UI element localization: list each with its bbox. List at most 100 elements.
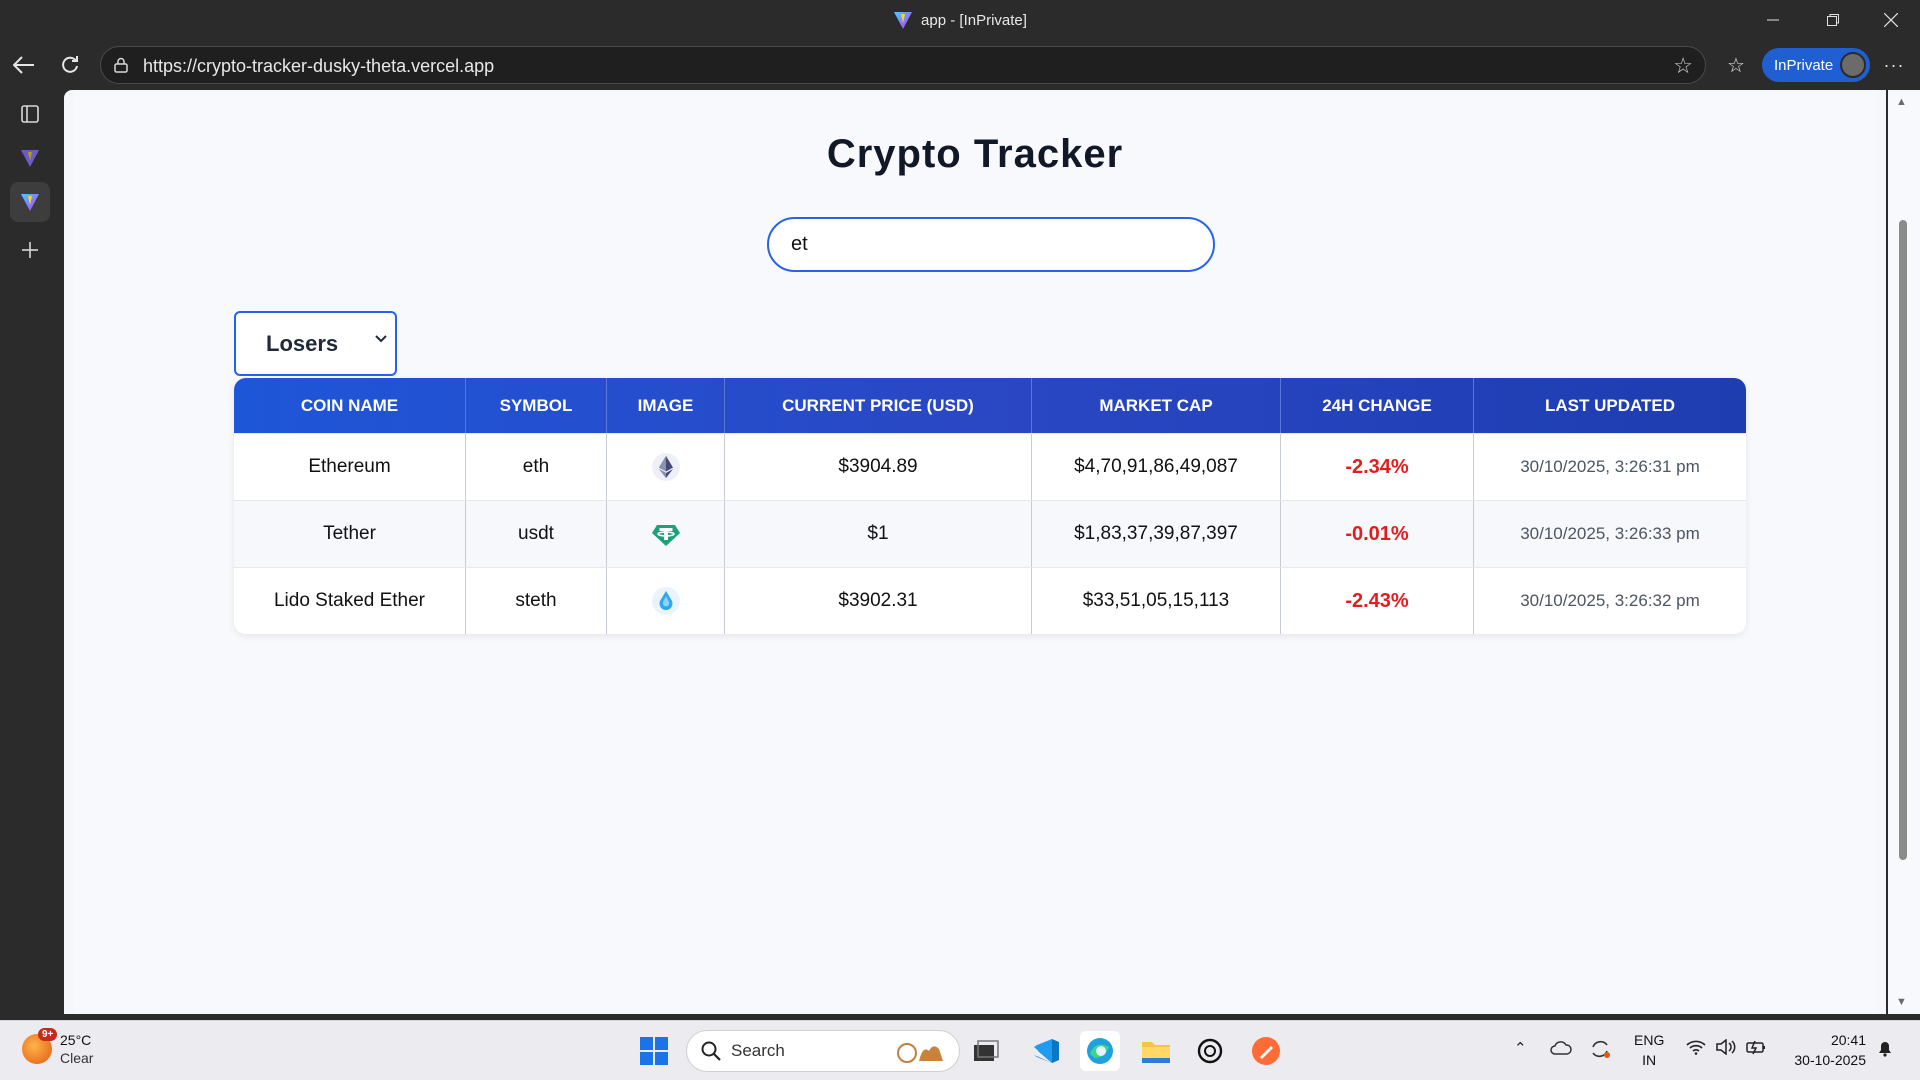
- sync-icon[interactable]: [1590, 1039, 1612, 1059]
- browser-toolbar: https://crypto-tracker-dusky-theta.verce…: [0, 40, 1920, 90]
- coin-last-updated: 30/10/2025, 3:26:33 pm: [1520, 524, 1700, 543]
- coin-market-cap: $1,83,37,39,87,397: [1032, 501, 1281, 567]
- battery-charging-icon[interactable]: [1746, 1039, 1768, 1055]
- close-icon: [1884, 13, 1898, 27]
- tether-icon: [651, 525, 680, 546]
- column-header: MARKET CAP: [1032, 378, 1281, 433]
- task-view-icon: [974, 1040, 999, 1061]
- table-row[interactable]: Lido Staked Ether steth $3902.31 $33,51,…: [234, 567, 1746, 634]
- weather-description: Clear: [60, 1050, 94, 1066]
- back-button[interactable]: [8, 50, 40, 80]
- windows-logo-icon: [640, 1037, 668, 1065]
- show-hidden-icons-chevron-icon[interactable]: ⌃: [1514, 1039, 1527, 1057]
- taskbar-chatgpt[interactable]: [1190, 1031, 1230, 1071]
- volume-icon[interactable]: [1716, 1039, 1736, 1055]
- address-bar[interactable]: https://crypto-tracker-dusky-theta.verce…: [100, 46, 1706, 84]
- coin-last-updated: 30/10/2025, 3:26:32 pm: [1520, 591, 1700, 610]
- coin-price: $1: [725, 501, 1032, 567]
- postman-icon: [1252, 1037, 1280, 1065]
- coin-image-cell: [607, 501, 725, 567]
- tab-actions-button[interactable]: [10, 94, 50, 134]
- inprivate-label: InPrivate: [1774, 56, 1834, 74]
- taskbar-postman[interactable]: [1246, 1031, 1286, 1071]
- edge-browser-icon: [1087, 1038, 1113, 1064]
- coin-symbol: eth: [466, 434, 607, 500]
- vertical-tabs-sidebar: [0, 90, 62, 1020]
- coin-market-cap: $33,51,05,15,113: [1032, 568, 1281, 634]
- back-arrow-icon: [13, 56, 34, 74]
- weather-moon-icon: 9+: [22, 1028, 58, 1064]
- coin-price: $3902.31: [725, 568, 1032, 634]
- table-header-row: COIN NAME SYMBOL IMAGE CURRENT PRICE (US…: [234, 378, 1746, 433]
- web-page: Crypto Tracker Losers COIN NAME SYMBOL I…: [64, 90, 1886, 1014]
- page-title: Crypto Tracker: [826, 132, 1124, 176]
- taskbar-vscode[interactable]: [1026, 1031, 1066, 1071]
- windows-taskbar: 9+ 25°C Clear Search ⌃ ENG IN 20:41 30-1…: [0, 1020, 1920, 1080]
- profile-avatar: [1840, 52, 1866, 78]
- vite-logo-icon: [21, 194, 39, 211]
- url-text: https://crypto-tracker-dusky-theta.verce…: [143, 56, 495, 76]
- wifi-icon[interactable]: [1686, 1039, 1706, 1055]
- scroll-up-arrow-icon[interactable]: ▲: [1896, 96, 1907, 108]
- taskbar-search-placeholder: Search: [731, 1041, 785, 1060]
- taskbar-edge[interactable]: [1080, 1031, 1120, 1071]
- vscode-icon: [1034, 1039, 1059, 1063]
- page-scrollbar[interactable]: ▲ ▼: [1888, 90, 1920, 1014]
- taskbar-task-view[interactable]: [966, 1031, 1006, 1071]
- coin-search-input[interactable]: [767, 217, 1215, 272]
- new-tab-button[interactable]: [10, 230, 50, 270]
- favorites-button[interactable]: ☆: [1720, 50, 1752, 80]
- window-titlebar: app - [InPrivate]: [0, 0, 1920, 40]
- close-button[interactable]: [1862, 0, 1920, 40]
- onedrive-cloud-icon[interactable]: [1550, 1039, 1572, 1055]
- coin-price: $3904.89: [725, 434, 1032, 500]
- taskbar-file-explorer[interactable]: [1136, 1031, 1176, 1071]
- notification-badge: 9+: [38, 1028, 58, 1041]
- reload-button[interactable]: [54, 50, 86, 80]
- lido-icon: [651, 587, 680, 615]
- minimize-button[interactable]: [1744, 0, 1802, 40]
- ethereum-icon: [651, 453, 680, 481]
- column-header: IMAGE: [607, 378, 725, 433]
- column-header: LAST UPDATED: [1544, 395, 1675, 415]
- tab-item-1[interactable]: [10, 138, 50, 178]
- coin-24h-change: -2.43%: [1281, 568, 1474, 634]
- coin-image-cell: [607, 434, 725, 500]
- start-button[interactable]: [634, 1031, 674, 1071]
- table-row[interactable]: Ethereum eth $3904.89 $4,70,91,86,49,087…: [234, 433, 1746, 500]
- restore-button[interactable]: [1804, 0, 1862, 40]
- language-code: ENG: [1634, 1032, 1665, 1048]
- column-header: CURRENT PRICE (USD): [725, 378, 1032, 433]
- favorite-star-icon[interactable]: ☆: [1673, 53, 1693, 79]
- coin-symbol: usdt: [466, 501, 607, 567]
- filter-selected-value: Losers: [266, 330, 339, 356]
- input-language-indicator[interactable]: ENG IN: [1634, 1030, 1664, 1070]
- more-dots-icon: ···: [1883, 54, 1905, 75]
- reload-icon: [62, 56, 78, 73]
- coins-table: COIN NAME SYMBOL IMAGE CURRENT PRICE (US…: [234, 378, 1746, 634]
- filter-select[interactable]: Losers: [234, 311, 397, 376]
- folder-icon: [1142, 1042, 1170, 1063]
- weather-widget[interactable]: 9+ 25°C Clear: [22, 1028, 94, 1067]
- weather-temperature: 25°C: [60, 1032, 92, 1048]
- favorites-icon: ☆: [1727, 54, 1745, 77]
- column-header: SYMBOL: [466, 378, 607, 433]
- vite-logo-icon: [894, 12, 913, 29]
- inprivate-button[interactable]: InPrivate: [1762, 48, 1870, 82]
- window-title-text: app - [InPrivate]: [921, 11, 1027, 29]
- column-header: COIN NAME: [234, 378, 466, 433]
- tab-item-2-active[interactable]: [10, 182, 50, 222]
- system-clock[interactable]: 20:41 30-10-2025: [1780, 1030, 1866, 1070]
- notification-bell-icon[interactable]: [1876, 1039, 1894, 1057]
- clock-time: 20:41: [1830, 1032, 1866, 1048]
- more-menu-button[interactable]: ···: [1878, 50, 1910, 80]
- scroll-down-arrow-icon[interactable]: ▼: [1896, 996, 1907, 1008]
- restore-icon: [1827, 14, 1839, 26]
- clock-date: 30-10-2025: [1794, 1052, 1866, 1068]
- chatgpt-icon: [1197, 1038, 1223, 1064]
- scroll-thumb[interactable]: [1899, 220, 1907, 860]
- taskbar-search-box[interactable]: Search: [686, 1030, 960, 1072]
- column-header: 24H CHANGE: [1281, 378, 1474, 433]
- table-row[interactable]: Tether usdt $1 $1,83,37,39,87,397 -0.01%…: [234, 500, 1746, 567]
- coin-name: Tether: [234, 501, 466, 567]
